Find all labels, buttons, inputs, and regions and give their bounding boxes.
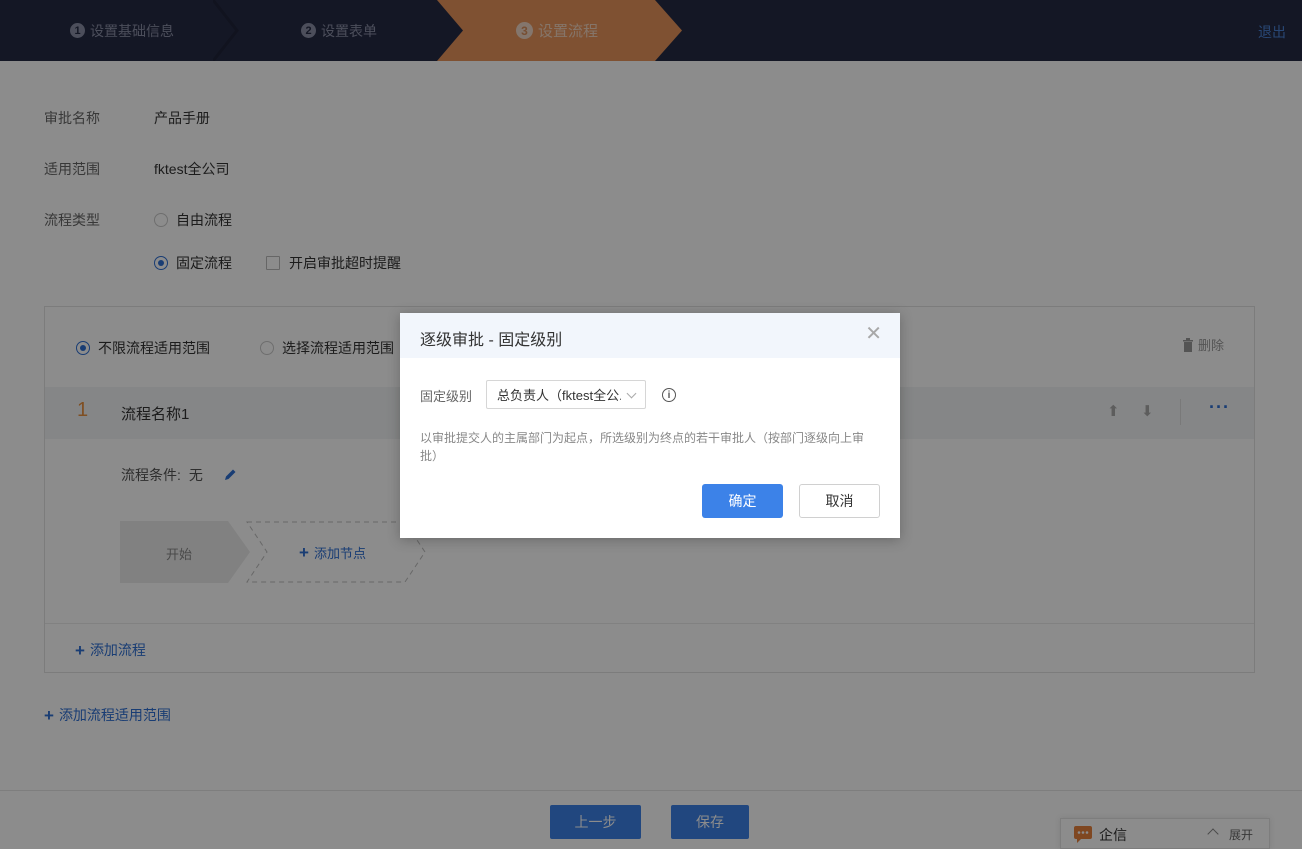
fixed-level-select[interactable]: 总负责人（fktest全公... — [486, 380, 646, 409]
dialog-header: 逐级审批 - 固定级别 ✕ — [400, 313, 900, 358]
info-icon[interactable]: i — [662, 388, 676, 402]
dialog-description: 以审批提交人的主属部门为起点，所选级别为终点的若干审批人（按部门逐级向上审批） — [420, 431, 865, 463]
chevron-down-icon — [626, 388, 637, 399]
cancel-button[interactable]: 取消 — [799, 484, 880, 518]
close-icon[interactable]: ✕ — [865, 324, 882, 344]
fixed-level-label: 固定级别 — [420, 389, 473, 404]
dialog-title: 逐级审批 - 固定级别 — [420, 332, 563, 349]
fixed-level-dialog: 逐级审批 - 固定级别 ✕ 固定级别 总负责人（fktest全公... i 以审… — [400, 313, 900, 538]
confirm-button[interactable]: 确定 — [702, 484, 783, 518]
fixed-level-select-value: 总负责人（fktest全公... — [497, 388, 621, 403]
